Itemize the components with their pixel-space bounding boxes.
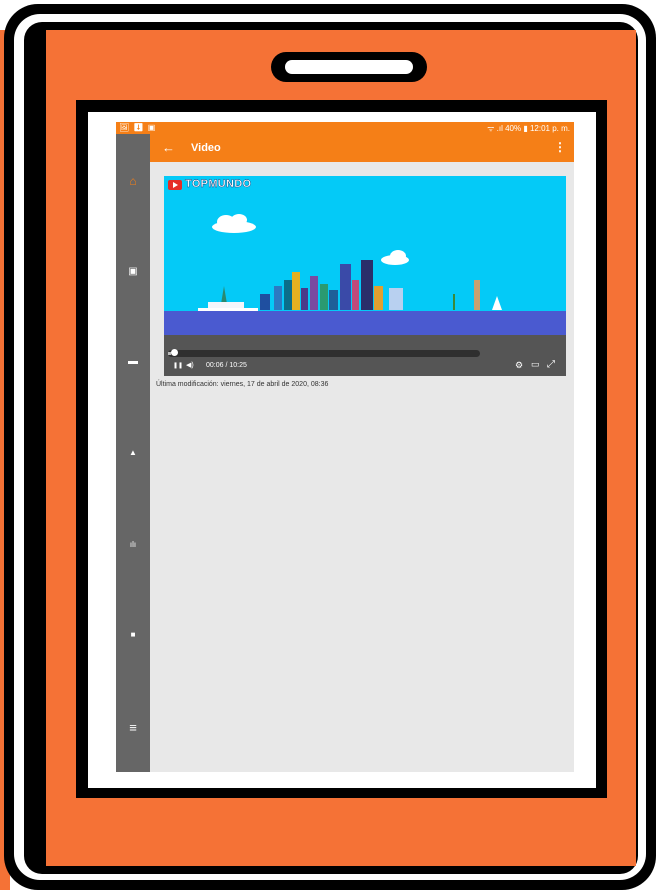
bell-icon[interactable]: ▲ <box>116 448 150 457</box>
app-bar: ← Video ⋮ <box>150 134 574 162</box>
calendar-icon[interactable]: ▣ <box>116 266 150 277</box>
playback-time: 00:06 / 10:25 <box>206 362 247 369</box>
folder-icon[interactable]: ■ <box>116 630 150 639</box>
side-navigation: ⌂ ▣ ▬ ▲ ılı ■ ≡ <box>116 134 150 772</box>
menu-icon[interactable]: ≡ <box>116 720 150 735</box>
video-player[interactable]: TOPMUNDO ❚❚ ◀) 00:06 / 10:25 ⚙ ▭ ⤢ <box>164 176 566 376</box>
settings-icon[interactable]: ⚙ <box>515 360 523 371</box>
channel-name: TOPMUNDO <box>185 178 252 190</box>
fullscreen-icon[interactable]: ⤢ <box>547 359 555 370</box>
back-arrow-icon[interactable]: ← <box>162 140 175 155</box>
chat-icon[interactable]: ▬ <box>116 356 150 367</box>
volume-icon[interactable]: ◀) <box>186 361 194 369</box>
tablet-screen: 🖼 ⬇ ▣ ᯤ .ıl 40% ▮ 12:01 p. m. ⌂ ▣ ▬ ▲ ıl… <box>116 122 574 772</box>
notification-icons: 🖼 ⬇ ▣ <box>119 123 157 132</box>
speaker-grill <box>285 60 413 74</box>
status-info: ᯤ .ıl 40% ▮ 12:01 p. m. <box>487 124 570 133</box>
home-icon[interactable]: ⌂ <box>116 174 150 188</box>
progress-track[interactable] <box>168 350 480 357</box>
stats-icon[interactable]: ılı <box>116 540 150 549</box>
youtube-play-glyph <box>173 182 178 188</box>
pause-icon[interactable]: ❚❚ <box>173 362 183 369</box>
progress-thumb[interactable] <box>171 349 178 356</box>
captions-icon[interactable]: ▭ <box>531 359 540 370</box>
page-title: Video <box>191 142 221 154</box>
sea-band <box>164 311 566 335</box>
overflow-menu-icon[interactable]: ⋮ <box>554 140 566 154</box>
last-modified-text: Última modificación: viernes, 17 de abri… <box>156 381 329 388</box>
status-bar: 🖼 ⬇ ▣ ᯤ .ıl 40% ▮ 12:01 p. m. <box>116 122 574 134</box>
